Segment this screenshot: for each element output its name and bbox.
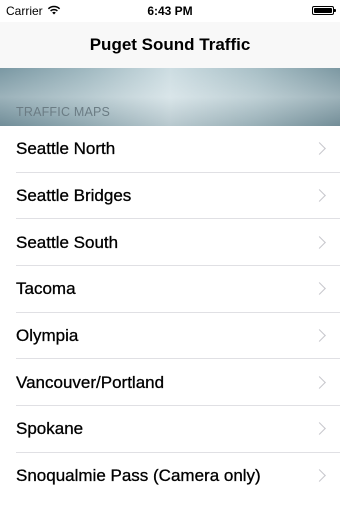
- section-header-label: TRAFFIC MAPS: [16, 105, 111, 119]
- list-item-snoqualmie-pass[interactable]: Snoqualmie Pass (Camera only): [0, 452, 340, 500]
- list-item-label: Tacoma: [16, 279, 76, 299]
- chevron-right-icon: [313, 235, 326, 249]
- screen: Carrier 6:43 PM Puget Sound Traffic TRAF…: [0, 0, 340, 510]
- list-item-olympia[interactable]: Olympia: [0, 312, 340, 360]
- list-item-label: Snoqualmie Pass (Camera only): [16, 466, 261, 486]
- list-item-vancouver-portland[interactable]: Vancouver/Portland: [0, 359, 340, 407]
- navigation-bar: Puget Sound Traffic: [0, 22, 340, 68]
- list-item-label: Seattle North: [16, 139, 116, 159]
- list-item-label: Olympia: [16, 326, 79, 346]
- list-item-seattle-south[interactable]: Seattle South: [0, 219, 340, 267]
- chevron-right-icon: [313, 329, 326, 342]
- section-header: TRAFFIC MAPS: [0, 68, 340, 126]
- list-item-label: Seattle South: [16, 232, 119, 252]
- traffic-map-list: Seattle North Seattle Bridges Seattle So…: [0, 126, 340, 500]
- list-item-label: Spokane: [16, 419, 84, 439]
- list-item-spokane[interactable]: Spokane: [0, 406, 340, 453]
- nav-title: Puget Sound Traffic: [89, 35, 251, 54]
- chevron-right-icon: [313, 189, 326, 202]
- list-item-tacoma[interactable]: Tacoma: [0, 266, 340, 313]
- chevron-right-icon: [313, 375, 326, 389]
- chevron-right-icon: [313, 422, 326, 436]
- list-item-seattle-north[interactable]: Seattle North: [0, 126, 340, 173]
- list-item-label: Seattle Bridges: [16, 186, 132, 206]
- status-bar: Carrier 6:43 PM: [0, 0, 340, 22]
- chevron-right-icon: [313, 469, 326, 483]
- list-item-label: Vancouver/Portland: [16, 372, 165, 392]
- chevron-right-icon: [313, 282, 326, 296]
- status-time: 6:43 PM: [147, 4, 193, 18]
- list-item-seattle-bridges[interactable]: Seattle Bridges: [0, 172, 340, 220]
- chevron-right-icon: [313, 142, 326, 156]
- battery-icon: [312, 6, 336, 15]
